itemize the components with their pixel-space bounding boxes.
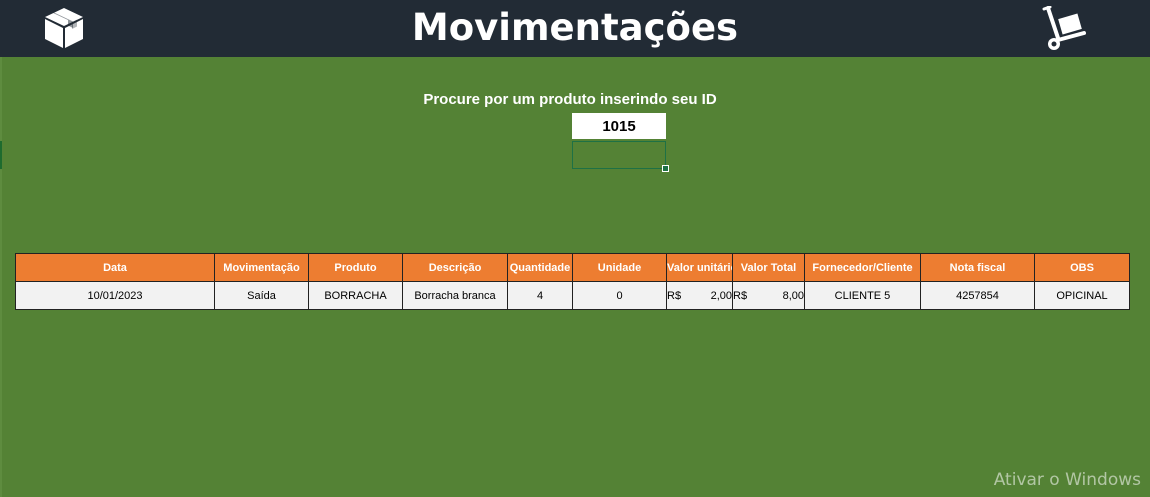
cell-fornecedor[interactable]: CLIENTE 5 xyxy=(804,281,921,310)
row-header-edge xyxy=(0,57,2,497)
active-row-marker xyxy=(0,141,2,169)
cell-valor-unitario[interactable]: R$ 2,00 xyxy=(666,281,733,310)
cell-movimentacao[interactable]: Saída xyxy=(214,281,309,310)
column-header-unidade[interactable]: Unidade xyxy=(572,253,667,282)
search-id-input[interactable]: 1015 xyxy=(572,113,666,139)
column-header-movimentacao[interactable]: Movimentação xyxy=(214,253,309,282)
column-header-quantidade[interactable]: Quantidade xyxy=(507,253,573,282)
amount: 2,00 xyxy=(710,289,732,302)
column-header-valor-unitario[interactable]: Valor unitário xyxy=(666,253,733,282)
cell-obs[interactable]: OPICINAL xyxy=(1034,281,1130,310)
cell-unidade[interactable]: 0 xyxy=(572,281,667,310)
column-header-obs[interactable]: OBS xyxy=(1034,253,1130,282)
amount: 8,00 xyxy=(782,289,804,302)
page-title: Movimentações xyxy=(411,6,739,49)
header-bar: Movimentações xyxy=(0,0,1150,57)
currency-symbol: R$ xyxy=(733,289,748,302)
cell-data[interactable]: 10/01/2023 xyxy=(15,281,215,310)
column-header-valor-total[interactable]: Valor Total xyxy=(732,253,805,282)
column-header-fornecedor[interactable]: Fornecedor/Cliente xyxy=(804,253,921,282)
windows-activation-watermark: Ativar o Windows xyxy=(993,470,1141,490)
hand-truck-icon xyxy=(1042,6,1086,50)
table-row: 10/01/2023 Saída BORRACHA Borracha branc… xyxy=(15,281,1130,310)
table-header-row: Data Movimentação Produto Descrição Quan… xyxy=(15,253,1130,282)
fill-handle[interactable] xyxy=(662,165,669,172)
cell-quantidade[interactable]: 4 xyxy=(507,281,573,310)
search-label: Procure por um produto inserindo seu ID xyxy=(423,91,717,108)
selected-cell[interactable] xyxy=(572,141,666,169)
column-header-nota-fiscal[interactable]: Nota fiscal xyxy=(920,253,1035,282)
cell-descricao[interactable]: Borracha branca xyxy=(402,281,508,310)
column-header-data[interactable]: Data xyxy=(15,253,215,282)
column-header-produto[interactable]: Produto xyxy=(308,253,403,282)
column-header-descricao[interactable]: Descrição xyxy=(402,253,508,282)
currency-symbol: R$ xyxy=(667,289,682,302)
cell-valor-total[interactable]: R$ 8,00 xyxy=(732,281,805,310)
movements-table: Data Movimentação Produto Descrição Quan… xyxy=(15,253,1130,310)
cell-nota-fiscal[interactable]: 4257854 xyxy=(920,281,1035,310)
cell-produto[interactable]: BORRACHA xyxy=(308,281,403,310)
